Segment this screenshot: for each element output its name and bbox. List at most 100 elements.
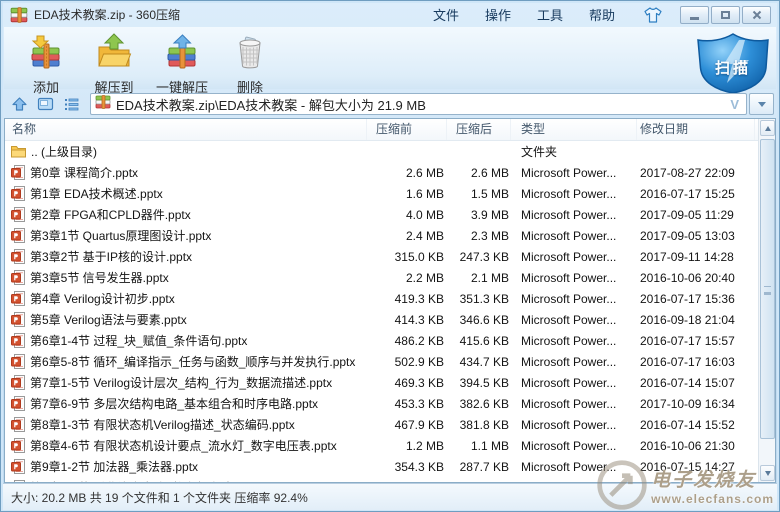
table-row[interactable]: 第3章2节 基于IP核的设计.pptx315.0 KB247.3 KBMicro…: [5, 246, 775, 267]
menu-operate[interactable]: 操作: [472, 3, 524, 26]
maximize-button[interactable]: [711, 6, 740, 24]
table-row[interactable]: 第5章 Verilog语法与要素.pptx414.3 KB346.6 KBMic…: [5, 309, 775, 330]
size-after-cell: 394.5 KB: [447, 376, 511, 390]
close-icon: [751, 9, 763, 21]
size-before-cell: 502.9 KB: [367, 355, 447, 369]
table-row[interactable]: 第1章 EDA技术概述.pptx1.6 MB1.5 MBMicrosoft Po…: [5, 183, 775, 204]
file-name-text: 第7章6-9节 多层次结构电路_基本组合和时序电路.pptx: [30, 395, 318, 412]
size-after-cell: 3.9 MB: [447, 208, 511, 222]
file-type-cell: Microsoft Power...: [511, 397, 637, 411]
column-header-size-before[interactable]: 压缩前: [367, 119, 447, 140]
file-name-text: 第5章 Verilog语法与要素.pptx: [30, 311, 187, 328]
table-row[interactable]: .. (上级目录)文件夹: [5, 141, 775, 162]
view-mode-icon: [37, 96, 54, 113]
table-row[interactable]: 第4章 Verilog设计初步.pptx419.3 KB351.3 KBMicr…: [5, 288, 775, 309]
extract-to-button[interactable]: 解压到: [80, 30, 148, 88]
file-name-cell: 第2章 FPGA和CPLD器件.pptx: [5, 206, 367, 223]
file-type-cell: Microsoft Power...: [511, 481, 637, 483]
size-before-cell: 1.6 MB: [367, 187, 447, 201]
address-chevron-icon[interactable]: V: [727, 97, 742, 112]
column-header-size-after[interactable]: 压缩后: [447, 119, 511, 140]
table-row[interactable]: 第0章 课程简介.pptx2.6 MB2.6 MBMicrosoft Power…: [5, 162, 775, 183]
table-row[interactable]: 第8章1-3节 有限状态机Verilog描述_状态编码.pptx467.9 KB…: [5, 414, 775, 435]
table-row[interactable]: 第8章4-6节 有限状态机设计要点_流水灯_数字电压表.pptx1.2 MB1.…: [5, 435, 775, 456]
scan-button[interactable]: 扫描: [694, 33, 774, 95]
table-row[interactable]: 第6章1-4节 过程_块_赋值_条件语句.pptx486.2 KB415.6 K…: [5, 330, 775, 351]
file-type-cell: Microsoft Power...: [511, 313, 637, 327]
file-name-cell: 第0章 课程简介.pptx: [5, 164, 367, 181]
file-name-text: 第3章5节 信号发生器.pptx: [30, 269, 169, 286]
file-name-cell: 第9章6-7节 乐曲演奏电路_数字频率计.pptx: [5, 479, 367, 482]
file-type-cell: Microsoft Power...: [511, 271, 637, 285]
minimize-button[interactable]: [680, 6, 709, 24]
menu-tools[interactable]: 工具: [524, 3, 576, 26]
vertical-scrollbar[interactable]: [758, 119, 775, 482]
size-before-cell: 315.0 KB: [367, 250, 447, 264]
modified-date-cell: 2016-07-14 15:52: [637, 418, 755, 432]
table-row[interactable]: 第6章5-8节 循环_编译指示_任务与函数_顺序与并发执行.pptx502.9 …: [5, 351, 775, 372]
table-row[interactable]: 第9章6-7节 乐曲演奏电路_数字频率计.pptx1.6 MB1.4 MBMic…: [5, 477, 775, 482]
size-after-cell: 415.6 KB: [447, 334, 511, 348]
file-name-text: 第6章1-4节 过程_块_赋值_条件语句.pptx: [30, 332, 247, 349]
add-button[interactable]: 添加: [12, 30, 80, 88]
list-view-button[interactable]: [59, 93, 83, 115]
file-type-cell: Microsoft Power...: [511, 355, 637, 369]
file-name-text: .. (上级目录): [31, 143, 97, 160]
view-mode-button[interactable]: [33, 93, 57, 115]
file-name-cell: .. (上级目录): [5, 143, 367, 160]
pptx-icon: [11, 354, 25, 369]
size-before-cell: 1.6 MB: [367, 481, 447, 483]
table-row[interactable]: 第9章1-2节 加法器_乘法器.pptx354.3 KB287.7 KBMicr…: [5, 456, 775, 477]
add-archive-icon: [27, 33, 65, 76]
file-type-cell: Microsoft Power...: [511, 439, 637, 453]
scroll-down-button[interactable]: [760, 465, 775, 481]
modified-date-cell: 2016-07-15 14:27: [637, 460, 755, 474]
address-dropdown-button[interactable]: [749, 93, 774, 115]
file-name-cell: 第3章5节 信号发生器.pptx: [5, 269, 367, 286]
file-name-cell: 第5章 Verilog语法与要素.pptx: [5, 311, 367, 328]
size-before-cell: 354.3 KB: [367, 460, 447, 474]
one-click-extract-button[interactable]: 一键解压: [148, 30, 216, 88]
table-row[interactable]: 第2章 FPGA和CPLD器件.pptx4.0 MB3.9 MBMicrosof…: [5, 204, 775, 225]
delete-icon: [231, 33, 269, 76]
table-row[interactable]: 第7章1-5节 Verilog设计层次_结构_行为_数据流描述.pptx469.…: [5, 372, 775, 393]
column-header-name[interactable]: 名称: [5, 119, 367, 140]
table-header: 名称 压缩前 压缩后 类型 修改日期: [5, 119, 775, 141]
file-name-text: 第1章 EDA技术概述.pptx: [30, 185, 163, 202]
file-name-cell: 第8章1-3节 有限状态机Verilog描述_状态编码.pptx: [5, 416, 367, 433]
file-type-cell: Microsoft Power...: [511, 208, 637, 222]
size-before-cell: 469.3 KB: [367, 376, 447, 390]
scrollbar-thumb[interactable]: [760, 139, 775, 439]
menu-file[interactable]: 文件: [420, 3, 472, 26]
modified-date-cell: 2016-07-17 15:57: [637, 334, 755, 348]
size-before-cell: 2.4 MB: [367, 229, 447, 243]
address-input[interactable]: EDA技术教案.zip\EDA技术教案 - 解包大小为 21.9 MB V: [90, 93, 747, 115]
file-list: .. (上级目录)文件夹第0章 课程简介.pptx2.6 MB2.6 MBMic…: [5, 141, 775, 482]
pptx-icon: [11, 228, 25, 243]
size-before-cell: 467.9 KB: [367, 418, 447, 432]
pptx-icon: [11, 270, 25, 285]
pptx-icon: [11, 396, 25, 411]
up-level-button[interactable]: [7, 93, 31, 115]
file-name-text: 第9章6-7节 乐曲演奏电路_数字频率计.pptx: [30, 479, 258, 482]
one-click-extract-icon: [163, 33, 201, 76]
table-row[interactable]: 第3章1节 Quartus原理图设计.pptx2.4 MB2.3 MBMicro…: [5, 225, 775, 246]
size-before-cell: 453.3 KB: [367, 397, 447, 411]
size-after-cell: 434.7 KB: [447, 355, 511, 369]
pptx-icon: [11, 480, 25, 482]
delete-button[interactable]: 删除: [216, 30, 284, 88]
menu-help[interactable]: 帮助: [576, 3, 628, 26]
column-header-type[interactable]: 类型: [511, 119, 637, 140]
close-button[interactable]: [742, 6, 771, 24]
file-type-cell: Microsoft Power...: [511, 292, 637, 306]
skin-shirt-icon[interactable]: [642, 6, 664, 24]
file-name-text: 第0章 课程简介.pptx: [30, 164, 138, 181]
column-header-date[interactable]: 修改日期: [637, 119, 755, 140]
size-before-cell: 419.3 KB: [367, 292, 447, 306]
file-type-cell: Microsoft Power...: [511, 334, 637, 348]
file-type-cell: Microsoft Power...: [511, 250, 637, 264]
table-row[interactable]: 第7章6-9节 多层次结构电路_基本组合和时序电路.pptx453.3 KB38…: [5, 393, 775, 414]
app-window: EDA技术教案.zip - 360压缩 文件 操作 工具 帮助 添加 解压到 一…: [0, 0, 780, 512]
table-row[interactable]: 第3章5节 信号发生器.pptx2.2 MB2.1 MBMicrosoft Po…: [5, 267, 775, 288]
scroll-up-button[interactable]: [760, 120, 775, 136]
